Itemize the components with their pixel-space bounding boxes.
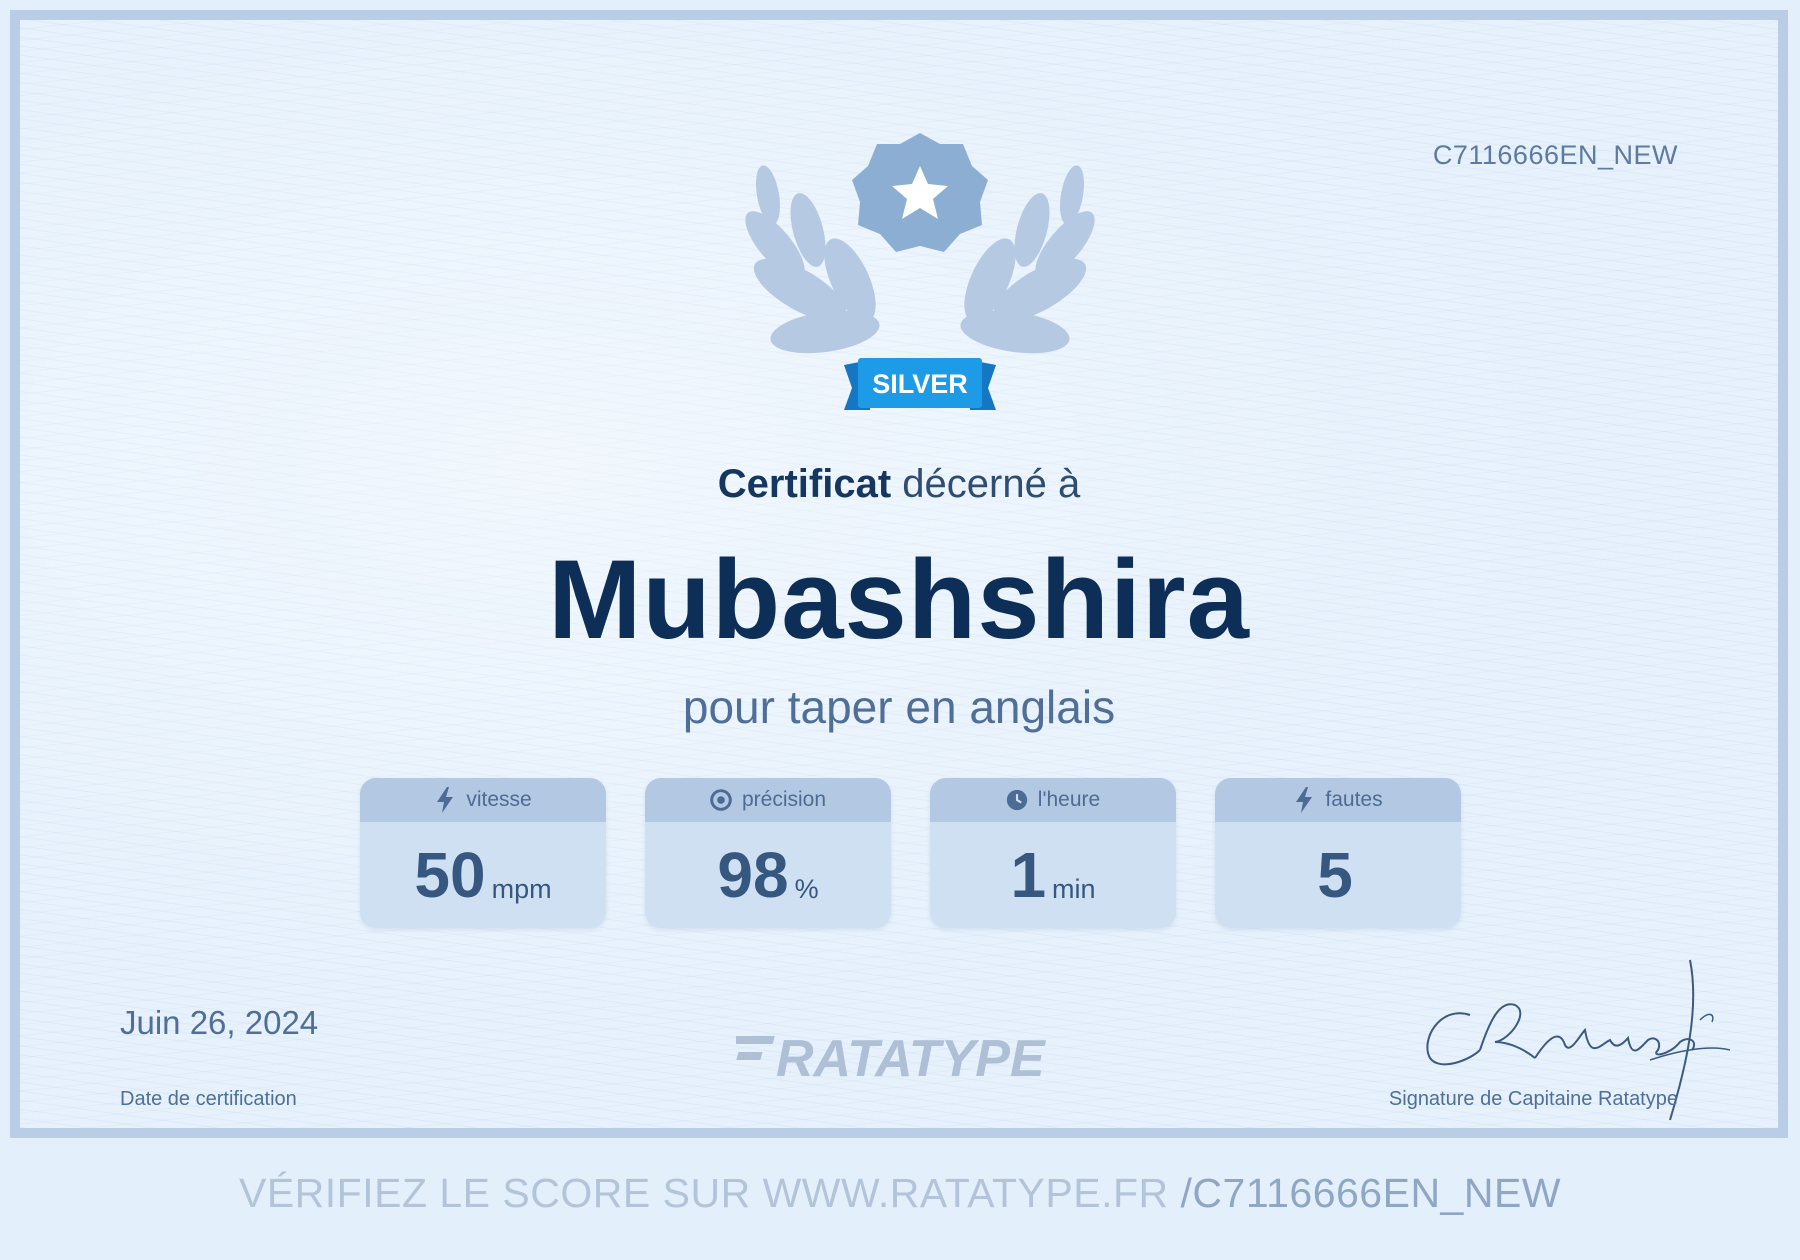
- lightning-icon: [1296, 787, 1313, 813]
- laurel-medal-icon: SILVER: [745, 133, 1095, 410]
- stat-header: précision: [645, 778, 891, 822]
- stat-label: précision: [741, 788, 827, 811]
- stat-unit: mpm: [491, 874, 552, 904]
- recipient-name: Mubashshira: [548, 537, 1250, 662]
- target-icon: [710, 789, 732, 811]
- certificate: C7116666EN_NEW SILVER Certificat décerné…: [10, 10, 1788, 1138]
- stat-body: 50 mpm: [360, 822, 606, 928]
- certificate-code: C7116666EN_NEW: [1432, 140, 1678, 170]
- stat-speed: vitesse 50 mpm: [360, 778, 606, 928]
- verify-score-link[interactable]: VÉRIFIEZ LE SCORE SUR WWW.RATATYPE.FR /C…: [0, 1170, 1800, 1217]
- heading-rest: décerné à: [891, 462, 1081, 506]
- stat-header: vitesse: [360, 778, 606, 822]
- silver-award-emblem: SILVER: [720, 120, 1120, 430]
- ratatype-logo: RATATYPE: [732, 1024, 1106, 1088]
- verify-text: VÉRIFIEZ LE SCORE SUR WWW.RATATYPE.FR: [238, 1170, 1181, 1216]
- certification-date: Juin 26, 2024: [120, 1004, 319, 1041]
- lightning-icon: [437, 787, 454, 813]
- logo-text: RATATYPE: [776, 1030, 1046, 1084]
- stat-time: l'heure 1 min: [930, 778, 1176, 928]
- clock-icon: [1006, 789, 1027, 811]
- stat-value: 1: [1010, 839, 1047, 911]
- stat-label: fautes: [1325, 788, 1383, 811]
- stat-label: vitesse: [466, 788, 532, 811]
- stat-value: 98: [717, 839, 789, 911]
- stat-errors: fautes 5: [1215, 778, 1461, 928]
- stat-accuracy: précision 98 %: [645, 778, 891, 928]
- stat-unit: %: [794, 874, 819, 904]
- medal-icon: [852, 133, 988, 252]
- stat-value: 50: [414, 839, 486, 911]
- stats-row: vitesse 50 mpm précision 98 % l'heure 1 …: [360, 778, 1480, 928]
- silver-ribbon: SILVER: [844, 358, 996, 410]
- stat-body: 98 %: [645, 822, 891, 928]
- stat-label: l'heure: [1037, 788, 1101, 811]
- certification-date-label: Date de certification: [120, 1088, 297, 1110]
- certificate-heading: Certificat décerné à: [20, 462, 1778, 507]
- stat-header: l'heure: [930, 778, 1176, 822]
- stat-unit: min: [1052, 874, 1096, 904]
- verify-code: /C7116666EN_NEW: [1180, 1170, 1562, 1216]
- stat-value: 5: [1317, 839, 1353, 911]
- ratatype-logo-icon: RATATYPE: [732, 1030, 1046, 1088]
- signature-label: Signature de Capitaine Ratatype: [1388, 1088, 1678, 1110]
- stat-header: fautes: [1215, 778, 1461, 822]
- heading-bold: Certificat: [717, 462, 892, 506]
- certificate-subtitle: pour taper en anglais: [682, 681, 1116, 733]
- badge-label: SILVER: [872, 369, 968, 399]
- stat-body: 5: [1215, 822, 1461, 928]
- stat-body: 1 min: [930, 822, 1176, 928]
